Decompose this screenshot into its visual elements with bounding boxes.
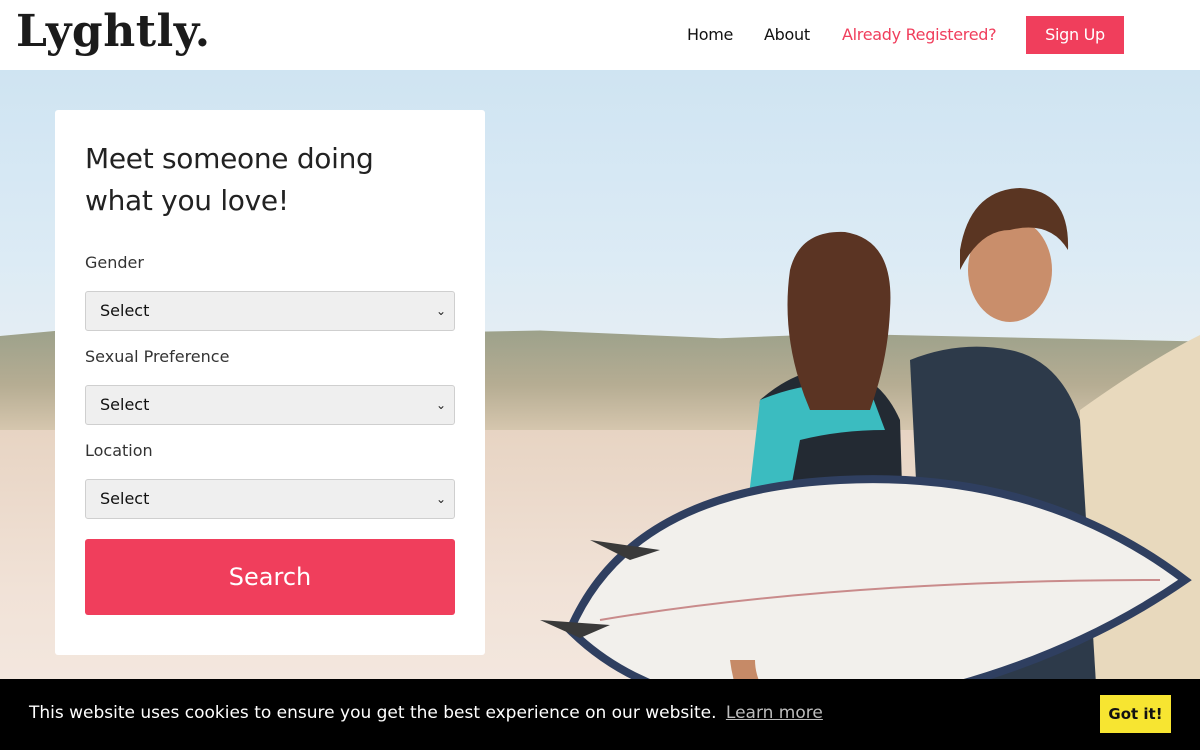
gender-select-value: Select [100, 301, 150, 320]
search-button[interactable]: Search [85, 539, 455, 615]
chevron-down-icon: ⌄ [435, 304, 446, 318]
surfers-photo [540, 188, 1200, 750]
location-label: Location [85, 441, 153, 460]
learn-more-link[interactable]: Learn more [726, 703, 823, 723]
search-card: Meet someone doing what you love! Gender… [55, 110, 485, 655]
search-card-heading: Meet someone doing what you love! [85, 142, 374, 217]
location-select-value: Select [100, 489, 150, 508]
gender-label: Gender [85, 253, 144, 272]
sexual-preference-label: Sexual Preference [85, 347, 230, 366]
chevron-down-icon: ⌄ [435, 398, 446, 412]
cookie-banner: This website uses cookies to ensure you … [0, 679, 1200, 750]
location-select[interactable]: Select ⌄ [85, 479, 455, 519]
gender-select[interactable]: Select ⌄ [85, 291, 455, 331]
sexual-preference-select[interactable]: Select ⌄ [85, 385, 455, 425]
cookie-accept-button[interactable]: Got it! [1100, 695, 1171, 733]
sexual-preference-select-value: Select [100, 395, 150, 414]
nav-already-registered-link[interactable]: Already Registered? [842, 16, 997, 54]
nav-home-link[interactable]: Home [687, 16, 733, 54]
main-nav: Home About Already Registered? Sign Up [0, 16, 1200, 54]
cookie-message-line: This website uses cookies to ensure you … [29, 703, 823, 723]
nav-about-link[interactable]: About [764, 16, 810, 54]
signup-button[interactable]: Sign Up [1026, 16, 1124, 54]
chevron-down-icon: ⌄ [435, 492, 446, 506]
site-header: Lyghtly. Home About Already Registered? … [0, 0, 1200, 70]
cookie-message: This website uses cookies to ensure you … [29, 703, 717, 723]
